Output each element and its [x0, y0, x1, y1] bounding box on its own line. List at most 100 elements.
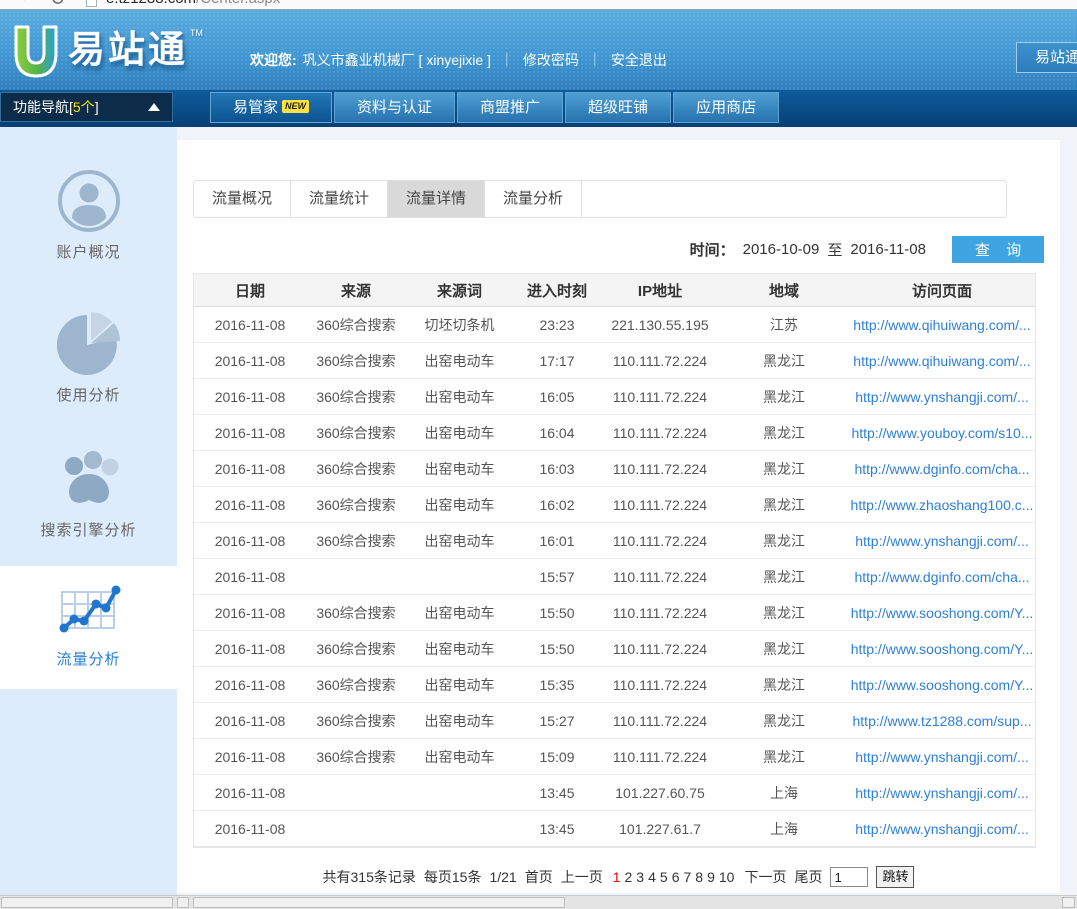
nav-tab-ziliao[interactable]: 资料与认证 [334, 92, 455, 123]
nav-tab-shangmeng[interactable]: 商盟推广 [457, 92, 563, 123]
cell-date: 2016-11-08 [194, 677, 306, 693]
browser-forward-icon[interactable]: → [14, 0, 30, 6]
cell-visited-page[interactable]: http://www.dginfo.com/cha... [849, 569, 1035, 585]
cell-visited-page[interactable]: http://www.qihuiwang.com/... [849, 317, 1035, 333]
horizontal-scrollbar-thumb[interactable] [193, 897, 565, 908]
welcome-bar: 欢迎您:巩义市鑫业机械厂 [ xinyejixie ]｜修改密码｜安全退出 [250, 50, 667, 70]
last-page-link[interactable]: 尾页 [794, 867, 822, 887]
page-jump-button[interactable]: 跳转 [876, 866, 914, 888]
page-number-4[interactable]: 4 [646, 869, 658, 885]
page-number-7[interactable]: 7 [681, 869, 693, 885]
scrollbar-arrow-button[interactable] [177, 897, 189, 908]
page-number-9[interactable]: 9 [705, 869, 717, 885]
column-header-entry-time: 进入时刻 [513, 280, 601, 301]
next-page-link[interactable]: 下一页 [744, 867, 786, 887]
sidebar-item-search-engine-analysis[interactable]: 搜索引擎分析 [0, 437, 177, 552]
cell-ip: 110.111.72.224 [601, 713, 719, 729]
cell-ip: 110.111.72.224 [601, 353, 719, 369]
cell-ip: 101.227.60.75 [601, 785, 719, 801]
cell-visited-page[interactable]: http://www.youboy.com/s10... [849, 425, 1035, 441]
paw-icon [0, 449, 177, 511]
function-nav-dropdown[interactable]: 功能导航[5个] [0, 92, 173, 122]
table-row: 2016-11-08360综合搜索出窑电动车16:03110.111.72.22… [194, 451, 1035, 487]
cell-visited-page[interactable]: http://www.ynshangji.com/... [849, 533, 1035, 549]
cell-ip: 110.111.72.224 [601, 569, 719, 585]
first-page-link[interactable]: 首页 [525, 867, 553, 887]
user-icon [0, 169, 177, 233]
page-number-8[interactable]: 8 [693, 869, 705, 885]
tab-traffic-overview[interactable]: 流量概况 [194, 181, 291, 217]
company-name: 巩义市鑫业机械厂 [ xinyejixie ] [303, 52, 491, 68]
cell-visited-page[interactable]: http://www.sooshong.com/Y... [849, 605, 1035, 621]
cell-ip: 110.111.72.224 [601, 497, 719, 513]
to-label: 至 [827, 239, 842, 260]
cell-ip: 110.111.72.224 [601, 641, 719, 657]
url-text[interactable]: e.tz1288.com/Center.aspx [106, 0, 280, 7]
cell-date: 2016-11-08 [194, 821, 306, 837]
tab-traffic-analysis[interactable]: 流量分析 [485, 181, 582, 217]
cell-entry-time: 16:04 [513, 425, 601, 441]
cell-visited-page[interactable]: http://www.dginfo.com/cha... [849, 461, 1035, 477]
start-date-field[interactable]: 2016-10-09 [743, 241, 820, 258]
sidebar-item-traffic-analysis[interactable]: 流量分析 [0, 566, 177, 689]
scrollbar-arrow-button[interactable] [1062, 897, 1075, 908]
end-date-field[interactable]: 2016-11-08 [850, 241, 926, 258]
sidebar-item-label: 流量分析 [0, 648, 177, 669]
page-number-2[interactable]: 2 [623, 869, 635, 885]
cell-visited-page[interactable]: http://www.ynshangji.com/... [849, 785, 1035, 801]
column-header-ip: IP地址 [601, 280, 719, 301]
yizhantong-header-button[interactable]: 易站通 [1016, 42, 1077, 73]
cell-visited-page[interactable]: http://www.zhaoshang100.c... [849, 497, 1035, 513]
page-number-3[interactable]: 3 [634, 869, 646, 885]
page-number-5[interactable]: 5 [658, 869, 670, 885]
search-button[interactable]: 查 询 [952, 236, 1044, 263]
page-number-6[interactable]: 6 [670, 869, 682, 885]
cell-entry-time: 13:45 [513, 821, 601, 837]
browser-reload-icon[interactable]: ↻ [50, 0, 65, 10]
url-domain: e.tz1288.com [106, 0, 196, 7]
cell-entry-time: 15:35 [513, 677, 601, 693]
page-indicator: 1/21 [489, 869, 516, 885]
sidebar-item-label: 使用分析 [0, 384, 177, 405]
cell-keyword: 出窑电动车 [406, 675, 513, 695]
cell-date: 2016-11-08 [194, 497, 306, 513]
cell-visited-page[interactable]: http://www.qihuiwang.com/... [849, 353, 1035, 369]
tab-traffic-detail[interactable]: 流量详情 [388, 181, 485, 217]
cell-visited-page[interactable]: http://www.ynshangji.com/... [849, 821, 1035, 837]
page-number-1[interactable]: 1 [611, 869, 623, 885]
table-row: 2016-11-08360综合搜索出窑电动车16:05110.111.72.22… [194, 379, 1035, 415]
sidebar-item-usage-analysis[interactable]: 使用分析 [0, 298, 177, 417]
sidebar-item-label: 搜索引擎分析 [0, 519, 177, 540]
cell-visited-page[interactable]: http://www.ynshangji.com/... [849, 749, 1035, 765]
page-jump-input[interactable] [830, 867, 868, 887]
cell-ip: 110.111.72.224 [601, 461, 719, 477]
tab-traffic-stats[interactable]: 流量统计 [291, 181, 388, 217]
horizontal-scrollbar-track[interactable] [0, 895, 1077, 909]
cell-visited-page[interactable]: http://www.sooshong.com/Y... [849, 677, 1035, 693]
page-icon [86, 0, 97, 7]
page-number-10[interactable]: 10 [717, 869, 737, 885]
cell-entry-time: 15:50 [513, 605, 601, 621]
nav-tab-yiguanjia[interactable]: 易管家NEW [210, 92, 332, 123]
cell-visited-page[interactable]: http://www.sooshong.com/Y... [849, 641, 1035, 657]
cell-date: 2016-11-08 [194, 317, 306, 333]
site-header: 易站通 TM 欢迎您:巩义市鑫业机械厂 [ xinyejixie ]｜修改密码｜… [0, 10, 1077, 90]
cell-visited-page[interactable]: http://www.ynshangji.com/... [849, 389, 1035, 405]
chevron-up-icon [148, 103, 160, 111]
table-row: 2016-11-08360综合搜索出窑电动车15:27110.111.72.22… [194, 703, 1035, 739]
logo[interactable]: 易站通 TM [10, 22, 203, 80]
cell-keyword: 切坯切条机 [406, 315, 513, 335]
cell-source: 360综合搜索 [306, 675, 406, 695]
logout-link[interactable]: 安全退出 [611, 52, 667, 68]
cell-visited-page[interactable]: http://www.tz1288.com/sup... [849, 713, 1035, 729]
horizontal-scrollbar-thumb[interactable] [1, 897, 173, 908]
nav-tab-shangdian[interactable]: 应用商店 [673, 92, 779, 123]
cell-source: 360综合搜索 [306, 495, 406, 515]
cell-entry-time: 16:01 [513, 533, 601, 549]
page-numbers: 12345678910 [611, 869, 737, 885]
change-password-link[interactable]: 修改密码 [523, 52, 579, 68]
prev-page-link[interactable]: 上一页 [561, 867, 603, 887]
date-filter-row: 时间： 2016-10-09 至 2016-11-08 查 询 [177, 236, 1044, 263]
sidebar-item-account-overview[interactable]: 账户概况 [0, 157, 177, 274]
nav-tab-wangpu[interactable]: 超级旺铺 [565, 92, 671, 123]
